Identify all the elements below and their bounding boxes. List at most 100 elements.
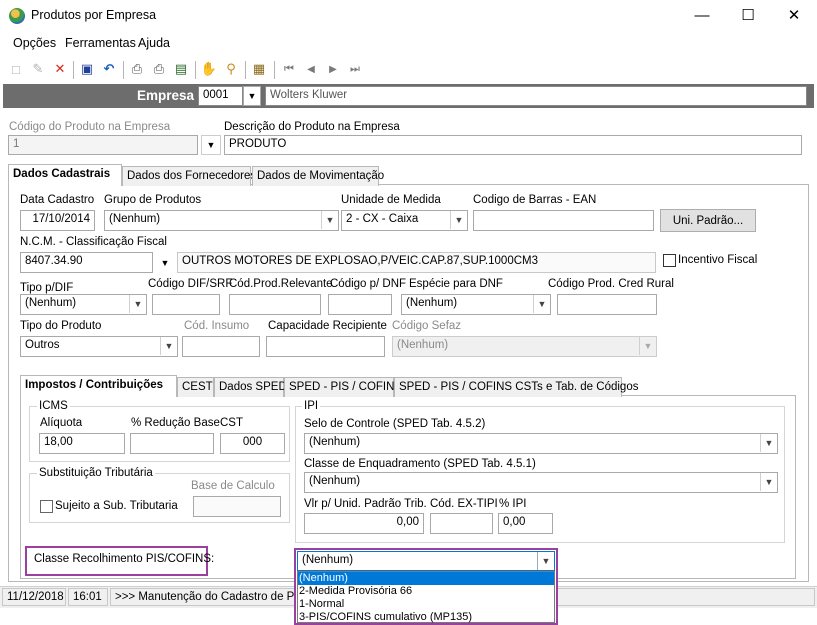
ncm-dropdown-button[interactable]: ▼	[155, 252, 175, 273]
cst-label: CST	[220, 417, 243, 429]
reducao-input[interactable]	[130, 433, 214, 454]
empresa-dropdown-button[interactable]: ▼	[243, 86, 261, 106]
vlr-unid-input[interactable]: 0,00	[304, 513, 424, 534]
especie-dnf-select[interactable]: (Nenhum) ▼	[401, 294, 551, 315]
uni-padrao-button[interactable]: Uni. Padrão...	[660, 209, 756, 232]
tab-dados-sped[interactable]: Dados SPED	[214, 377, 287, 397]
especie-dnf-label: Espécie para DNF	[409, 278, 503, 290]
menu-ferramentas[interactable]: Ferramentas	[65, 36, 136, 50]
ncm-label: N.C.M. - Classificação Fiscal	[20, 236, 167, 248]
menu-ajuda[interactable]: Ajuda	[138, 36, 170, 50]
cod-dif-label: Código DIF/SRF	[148, 278, 233, 290]
new-icon[interactable]: □	[7, 60, 25, 78]
tab-sped-pis-cofins[interactable]: SPED - PIS / COFINS	[284, 377, 402, 397]
pis-cofins-option[interactable]: 2-Medida Provisória 66	[298, 585, 554, 598]
base-calculo-input[interactable]	[193, 496, 281, 517]
cod-sefaz-value: (Nenhum)	[397, 339, 449, 351]
ipi-group-title: IPI	[302, 400, 321, 412]
empresa-code-input[interactable]: 0001	[198, 86, 243, 106]
undo-icon[interactable]: ↶	[100, 60, 118, 78]
toolbar-separator	[274, 61, 275, 79]
edit-icon[interactable]: ✎	[29, 60, 47, 78]
chevron-down-icon: ▼	[160, 337, 177, 355]
incentivo-fiscal-label: Incentivo Fiscal	[678, 254, 758, 266]
product-code-input[interactable]: 1	[8, 135, 198, 155]
cod-prod-relevante-input[interactable]	[229, 294, 321, 315]
grupo-select[interactable]: (Nenhum) ▼	[104, 210, 339, 231]
pct-ipi-input[interactable]: 0,00	[498, 513, 553, 534]
selo-value: (Nenhum)	[309, 436, 361, 448]
status-time: 16:01	[68, 588, 108, 606]
tab-impostos-contribuicoes[interactable]: Impostos / Contribuições	[20, 375, 177, 397]
product-code-label: Código do Produto na Empresa	[9, 121, 171, 133]
cst-input[interactable]: 000	[220, 433, 285, 454]
ncm-description-field: OUTROS MOTORES DE EXPLOSAO,P/VEIC.CAP.87…	[177, 252, 656, 273]
hand-icon[interactable]: ✋	[200, 60, 218, 78]
product-desc-input[interactable]: PRODUTO	[224, 135, 802, 155]
last-record-icon[interactable]: ⏭	[346, 60, 364, 78]
cod-dif-input[interactable]	[152, 294, 220, 315]
maximize-button[interactable]: ☐	[725, 0, 771, 30]
pis-cofins-option[interactable]: 3-PIS/COFINS cumulativo (MP135)	[298, 611, 554, 624]
incentivo-fiscal-checkbox[interactable]	[663, 254, 676, 267]
base-calculo-label: Base de Calculo	[191, 480, 275, 492]
tipo-dif-label: Tipo p/DIF	[20, 282, 74, 294]
tab-dados-movimentacao[interactable]: Dados de Movimentação	[252, 166, 384, 186]
unidade-select[interactable]: 2 - CX - Caixa ▼	[341, 210, 468, 231]
minimize-button[interactable]: —	[679, 0, 725, 30]
close-button[interactable]: ✕	[771, 0, 817, 30]
empresa-label: Empresa	[137, 88, 195, 103]
chevron-down-icon: ▼	[450, 211, 467, 229]
tab-dados-cadastrais[interactable]: Dados Cadastrais	[8, 164, 122, 186]
cod-insumo-label: Cód. Insumo	[184, 320, 250, 332]
first-record-icon[interactable]: ⏮	[280, 60, 298, 78]
cod-cred-rural-label: Código Prod. Cred Rural	[548, 278, 674, 290]
cod-sefaz-select[interactable]: (Nenhum) ▼	[392, 336, 657, 357]
selo-select[interactable]: (Nenhum) ▼	[304, 433, 778, 454]
grupo-value: (Nenhum)	[109, 213, 161, 225]
sujeito-sub-checkbox[interactable]	[40, 500, 53, 513]
ean-input[interactable]	[473, 210, 654, 231]
search-icon[interactable]: ⚲	[222, 60, 240, 78]
capacidade-input[interactable]	[266, 336, 385, 357]
pis-cofins-option[interactable]: (Nenhum)	[298, 572, 554, 585]
aliquota-label: Alíquota	[40, 417, 83, 429]
aliquota-input[interactable]: 18,00	[39, 433, 125, 454]
classe-select[interactable]: (Nenhum) ▼	[304, 472, 778, 493]
delete-icon[interactable]: ✕	[51, 60, 69, 78]
product-code-dropdown[interactable]: ▼	[201, 135, 221, 155]
data-cadastro-input[interactable]: 17/10/2014	[20, 210, 95, 231]
pct-ipi-label: % IPI	[499, 498, 527, 510]
unidade-label: Unidade de Medida	[341, 194, 441, 206]
cod-dnf-label: Código p/ DNF	[330, 278, 407, 290]
menu-opcoes[interactable]: Opções	[13, 36, 56, 50]
tab-sped-pis-cofins-csts[interactable]: SPED - PIS / COFINS CSTs e Tab. de Códig…	[394, 377, 638, 397]
toolbar-separator	[195, 61, 196, 79]
toolbar-separator	[73, 61, 74, 79]
properties-icon[interactable]: ▦	[250, 60, 268, 78]
pis-cofins-options-list: (Nenhum) 2-Medida Provisória 66 1-Normal…	[297, 571, 555, 623]
pis-cofins-option[interactable]: 1-Normal	[298, 598, 554, 611]
save-icon[interactable]: ▣	[78, 60, 96, 78]
cod-ex-tipi-input[interactable]	[430, 513, 493, 534]
export-icon[interactable]: ▤	[172, 60, 190, 78]
tipo-produto-select[interactable]: Outros ▼	[20, 336, 178, 357]
tipo-produto-label: Tipo do Produto	[20, 320, 102, 332]
tab-dados-fornecedores[interactable]: Dados dos Fornecedores	[122, 166, 256, 186]
tab-cest[interactable]: CEST	[177, 377, 214, 397]
cod-cred-rural-input[interactable]	[557, 294, 657, 315]
cod-insumo-input[interactable]	[182, 336, 260, 357]
status-date: 11/12/2018	[2, 588, 66, 606]
cod-dnf-input[interactable]	[328, 294, 392, 315]
chevron-down-icon: ▼	[639, 337, 656, 355]
ean-label: Codigo de Barras - EAN	[473, 194, 597, 206]
prev-record-icon[interactable]: ◀	[302, 60, 320, 78]
tipo-dif-select[interactable]: (Nenhum) ▼	[20, 294, 147, 315]
print-icon[interactable]: ⎙	[128, 60, 146, 78]
cod-prod-relevante-label: Cód.Prod.Relevante	[229, 278, 333, 290]
data-cadastro-label: Data Cadastro	[20, 194, 95, 206]
pis-cofins-select[interactable]: (Nenhum) ▼	[297, 551, 555, 571]
print-preview-icon[interactable]: ⎙	[150, 60, 168, 78]
next-record-icon[interactable]: ▶	[324, 60, 342, 78]
ncm-input[interactable]: 8407.34.90	[20, 252, 153, 273]
